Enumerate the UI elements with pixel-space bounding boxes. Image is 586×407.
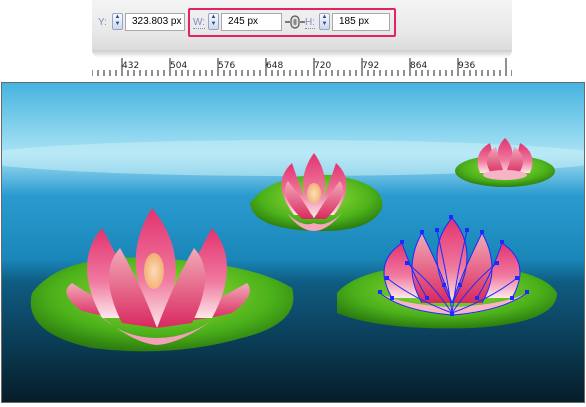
ruler-tick-label: 936 [458, 61, 476, 71]
height-field[interactable]: 185 px [332, 13, 390, 31]
w-spinner[interactable]: ▲ ▼ [208, 13, 219, 30]
ruler-tick-label: 648 [266, 61, 284, 71]
ruler-tick-label: 792 [362, 61, 380, 71]
document-canvas[interactable] [1, 82, 585, 403]
ruler-tick-label: 504 [170, 61, 188, 71]
constrain-proportions-icon[interactable] [285, 14, 305, 30]
horizontal-ruler[interactable]: 432 504 576 648 720 792 864 936 [92, 58, 512, 76]
h-label: H: [305, 17, 315, 29]
ruler-tick-label: 432 [122, 61, 140, 71]
transform-toolbar: Y: ▲ ▼ 323.803 px W: ▲ ▼ 245 px H: ▲ ▼ 185 … [92, 0, 512, 50]
ruler-ticks [92, 58, 512, 76]
ruler-tick-label: 864 [410, 61, 428, 71]
lotus-artwork [2, 83, 584, 402]
water-background [2, 83, 584, 402]
ruler-tick-label: 576 [218, 61, 236, 71]
y-label: Y: [98, 17, 107, 28]
ruler-tick-label: 720 [314, 61, 332, 71]
w-label: W: [193, 17, 206, 29]
y-field[interactable]: 323.803 px [125, 13, 185, 31]
y-spinner[interactable]: ▲ ▼ [112, 13, 123, 30]
h-spinner[interactable]: ▲ ▼ [319, 13, 330, 30]
width-field[interactable]: 245 px [221, 13, 282, 31]
